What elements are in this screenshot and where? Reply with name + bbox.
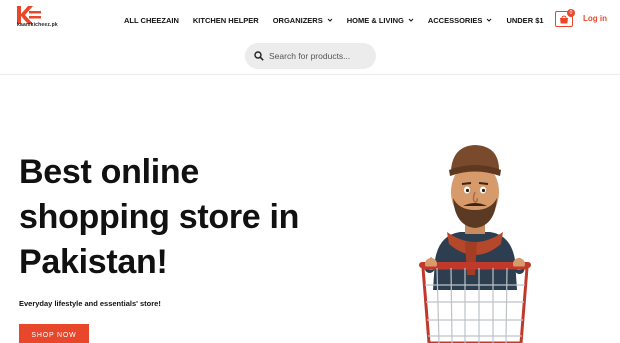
cart-count-badge: 0 [567, 9, 575, 17]
nav-item-label: HOME & LIVING [346, 15, 404, 25]
nav-item-label: UNDER $1 [506, 15, 544, 25]
chevron-down-icon [327, 18, 333, 22]
nav-item-all-cheezain[interactable]: ALL CHEEZAIN [124, 16, 179, 25]
shop-now-button[interactable]: SHOP NOW [19, 324, 89, 343]
hero-subtitle: Everyday lifestyle and essentials' store… [19, 299, 161, 308]
site-header: kaamkicheez.pk ALL CHEEZAIN KITCHEN HELP… [0, 0, 620, 75]
nav-item-accessories[interactable]: ACCESSORIES [428, 16, 493, 25]
search-input[interactable] [269, 51, 369, 61]
nav-item-kitchen-helper[interactable]: KITCHEN HELPER [193, 16, 259, 25]
nav-item-organizers[interactable]: ORGANIZERS [273, 16, 333, 25]
hero-title: Best online shopping store in Pakistan! [19, 150, 319, 285]
man-with-shopping-cart-illustration [419, 145, 531, 343]
nav-item-under-1[interactable]: UNDER $1 [506, 16, 543, 25]
nav-item-label: ALL CHEEZAIN [124, 15, 179, 25]
chevron-down-icon [408, 18, 414, 22]
nav-item-label: ACCESSORIES [427, 15, 483, 25]
hero-title-line: shopping store in [19, 198, 300, 236]
chevron-down-icon [487, 18, 492, 22]
login-link[interactable]: Log in [583, 14, 607, 23]
search-bar [245, 43, 376, 69]
nav-item-home-living[interactable]: HOME & LIVING [347, 16, 414, 25]
main-nav: ALL CHEEZAIN KITCHEN HELPER ORGANIZERS H… [124, 14, 558, 26]
logo-wordmark: kaamkicheez.pk [17, 22, 58, 28]
hero-title-line: Pakistan! [19, 243, 168, 281]
nav-item-label: KITCHEN HELPER [192, 15, 259, 25]
search-icon[interactable] [254, 51, 264, 61]
hero-title-line: Best online [19, 153, 199, 191]
nav-item-label: ORGANIZERS [272, 15, 323, 25]
